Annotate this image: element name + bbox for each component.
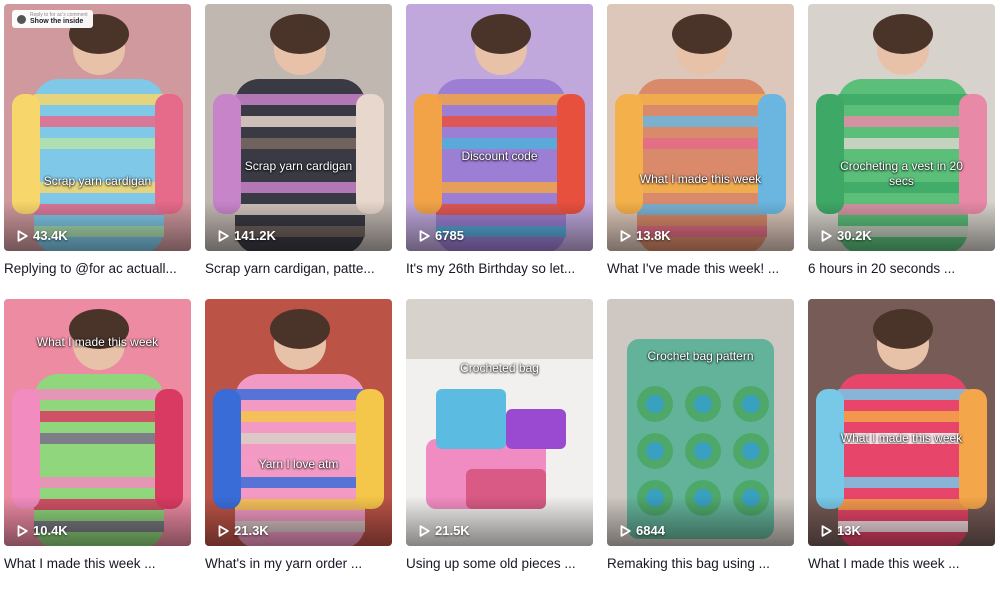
play-icon — [419, 229, 430, 242]
video-caption[interactable]: What I've made this week! ... — [607, 251, 794, 299]
video-overlay-text: What I made this week — [36, 335, 159, 349]
video-card[interactable]: What I made this week 13.8K What I've made… — [607, 4, 794, 299]
play-icon — [17, 229, 28, 242]
view-count: 6785 — [419, 228, 464, 243]
thumbnail-gradient — [205, 496, 392, 546]
view-count-value: 30.2K — [837, 228, 872, 243]
video-overlay-text: Discount code — [461, 149, 538, 163]
view-count-value: 21.3K — [234, 523, 269, 538]
video-caption[interactable]: Remaking this bag using ... — [607, 546, 794, 594]
view-count-value: 21.5K — [435, 523, 470, 538]
view-count: 6844 — [620, 523, 665, 538]
video-card[interactable]: What I made this week 10.4K What I made th… — [4, 299, 191, 594]
video-overlay-text: Crocheted bag — [460, 361, 539, 375]
video-grid: Reply to for ac's comment Show the inside… — [4, 4, 995, 594]
view-count-value: 43.4K — [33, 228, 68, 243]
video-card[interactable]: Crochet bag pattern 6844 Remaking this bag… — [607, 299, 794, 594]
video-overlay-text: What I made this week — [639, 172, 762, 186]
play-icon — [620, 229, 631, 242]
reply-comment-badge: Reply to for ac's comment Show the inside — [12, 10, 93, 28]
view-count: 43.4K — [17, 228, 68, 243]
video-caption[interactable]: It's my 26th Birthday so let... — [406, 251, 593, 299]
view-count: 13K — [821, 523, 861, 538]
thumbnail-gradient — [205, 201, 392, 251]
video-thumbnail[interactable]: Discount code 6785 — [406, 4, 593, 251]
play-icon — [620, 524, 631, 537]
play-icon — [419, 524, 430, 537]
video-thumbnail[interactable]: Scrap yarn cardigan 141.2K — [205, 4, 392, 251]
play-icon — [17, 524, 28, 537]
thumbnail-gradient — [406, 496, 593, 546]
video-thumbnail[interactable]: Crochet bag pattern 6844 — [607, 299, 794, 546]
view-count: 141.2K — [218, 228, 276, 243]
video-card[interactable]: Discount code 6785 It's my 26th Birthday s… — [406, 4, 593, 299]
thumbnail-gradient — [4, 496, 191, 546]
thumbnail-gradient — [607, 201, 794, 251]
thumbnail-gradient — [808, 496, 995, 546]
video-card[interactable]: Crocheted bag 21.5K Using up some old piec… — [406, 299, 593, 594]
video-caption[interactable]: What I made this week ... — [808, 546, 995, 594]
video-overlay-text: Crocheting a vest in 20 secs — [840, 159, 963, 188]
play-icon — [218, 229, 229, 242]
video-overlay-text: What I made this week — [840, 431, 963, 445]
view-count: 21.5K — [419, 523, 470, 538]
video-thumbnail[interactable]: What I made this week 13.8K — [607, 4, 794, 251]
video-card[interactable]: Scrap yarn cardigan 141.2K Scrap yarn card… — [205, 4, 392, 299]
video-thumbnail[interactable]: Crocheted bag 21.5K — [406, 299, 593, 546]
video-thumbnail[interactable]: What I made this week 13K — [808, 299, 995, 546]
commenter-avatar-icon — [17, 14, 26, 24]
video-thumbnail[interactable]: Yarn I love atm 21.3K — [205, 299, 392, 546]
video-card[interactable]: What I made this week 13K What I made this… — [808, 299, 995, 594]
view-count-value: 141.2K — [234, 228, 276, 243]
video-overlay-text: Yarn I love atm — [258, 457, 339, 471]
view-count-value: 6785 — [435, 228, 464, 243]
view-count: 10.4K — [17, 523, 68, 538]
view-count-value: 10.4K — [33, 523, 68, 538]
play-icon — [821, 524, 832, 537]
video-card[interactable]: Reply to for ac's comment Show the inside… — [4, 4, 191, 299]
view-count-value: 6844 — [636, 523, 665, 538]
view-count: 30.2K — [821, 228, 872, 243]
thumbnail-gradient — [607, 496, 794, 546]
video-caption[interactable]: 6 hours in 20 seconds ... — [808, 251, 995, 299]
video-caption[interactable]: What's in my yarn order ... — [205, 546, 392, 594]
reply-comment-text: Show the inside — [30, 18, 84, 25]
thumbnail-gradient — [406, 201, 593, 251]
view-count-value: 13.8K — [636, 228, 671, 243]
video-caption[interactable]: Using up some old pieces ... — [406, 546, 593, 594]
video-overlay-text: Crochet bag pattern — [647, 349, 754, 363]
play-icon — [821, 229, 832, 242]
video-card[interactable]: Crocheting a vest in 20 secs 30.2K 6 hours… — [808, 4, 995, 299]
video-caption[interactable]: Scrap yarn cardigan, patte... — [205, 251, 392, 299]
view-count-value: 13K — [837, 523, 861, 538]
video-thumbnail[interactable]: Crocheting a vest in 20 secs 30.2K — [808, 4, 995, 251]
view-count: 21.3K — [218, 523, 269, 538]
thumbnail-gradient — [808, 201, 995, 251]
video-caption[interactable]: What I made this week ... — [4, 546, 191, 594]
play-icon — [218, 524, 229, 537]
thumbnail-gradient — [4, 201, 191, 251]
video-overlay-text: Scrap yarn cardigan — [43, 174, 152, 188]
video-caption[interactable]: Replying to @for ac actuall... — [4, 251, 191, 299]
video-overlay-text: Scrap yarn cardigan — [244, 159, 353, 173]
view-count: 13.8K — [620, 228, 671, 243]
video-thumbnail[interactable]: Reply to for ac's comment Show the inside… — [4, 4, 191, 251]
video-card[interactable]: Yarn I love atm 21.3K What's in my yarn or… — [205, 299, 392, 594]
video-thumbnail[interactable]: What I made this week 10.4K — [4, 299, 191, 546]
